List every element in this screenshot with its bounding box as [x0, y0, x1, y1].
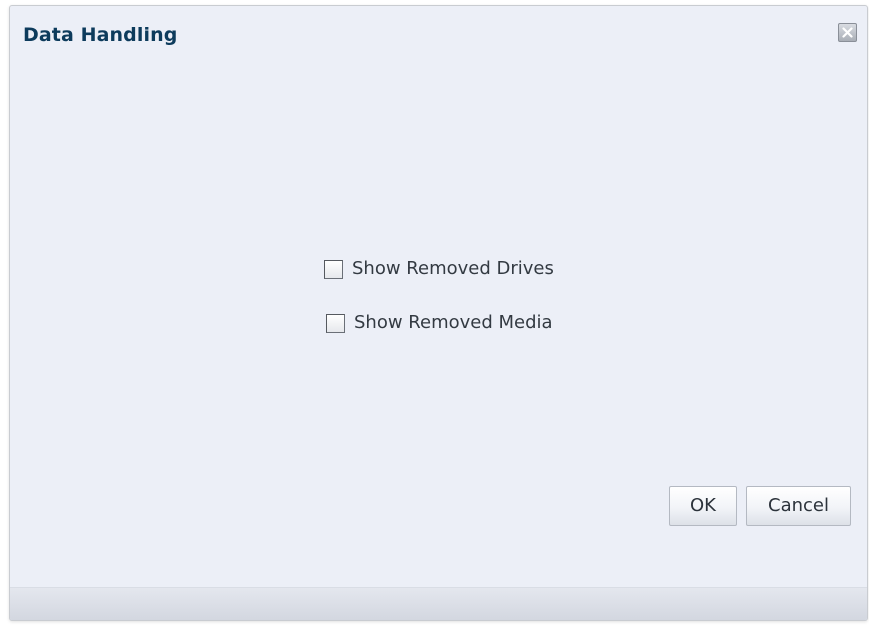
close-button[interactable] — [838, 23, 857, 42]
show-removed-drives-label: Show Removed Drives — [352, 258, 554, 279]
ok-button[interactable]: OK — [669, 486, 737, 526]
dialog-title: Data Handling — [23, 24, 178, 46]
cancel-button[interactable]: Cancel — [746, 486, 851, 526]
data-handling-dialog: Data Handling Show Removed Drives Show R… — [9, 5, 868, 621]
show-removed-media-label: Show Removed Media — [354, 312, 553, 333]
show-removed-drives-checkbox[interactable] — [324, 259, 343, 279]
dialog-footer — [10, 587, 867, 620]
close-icon — [842, 27, 853, 38]
show-removed-media-option[interactable]: Show Removed Media — [326, 310, 553, 336]
show-removed-media-checkbox[interactable] — [326, 313, 345, 333]
show-removed-drives-option[interactable]: Show Removed Drives — [324, 256, 554, 282]
